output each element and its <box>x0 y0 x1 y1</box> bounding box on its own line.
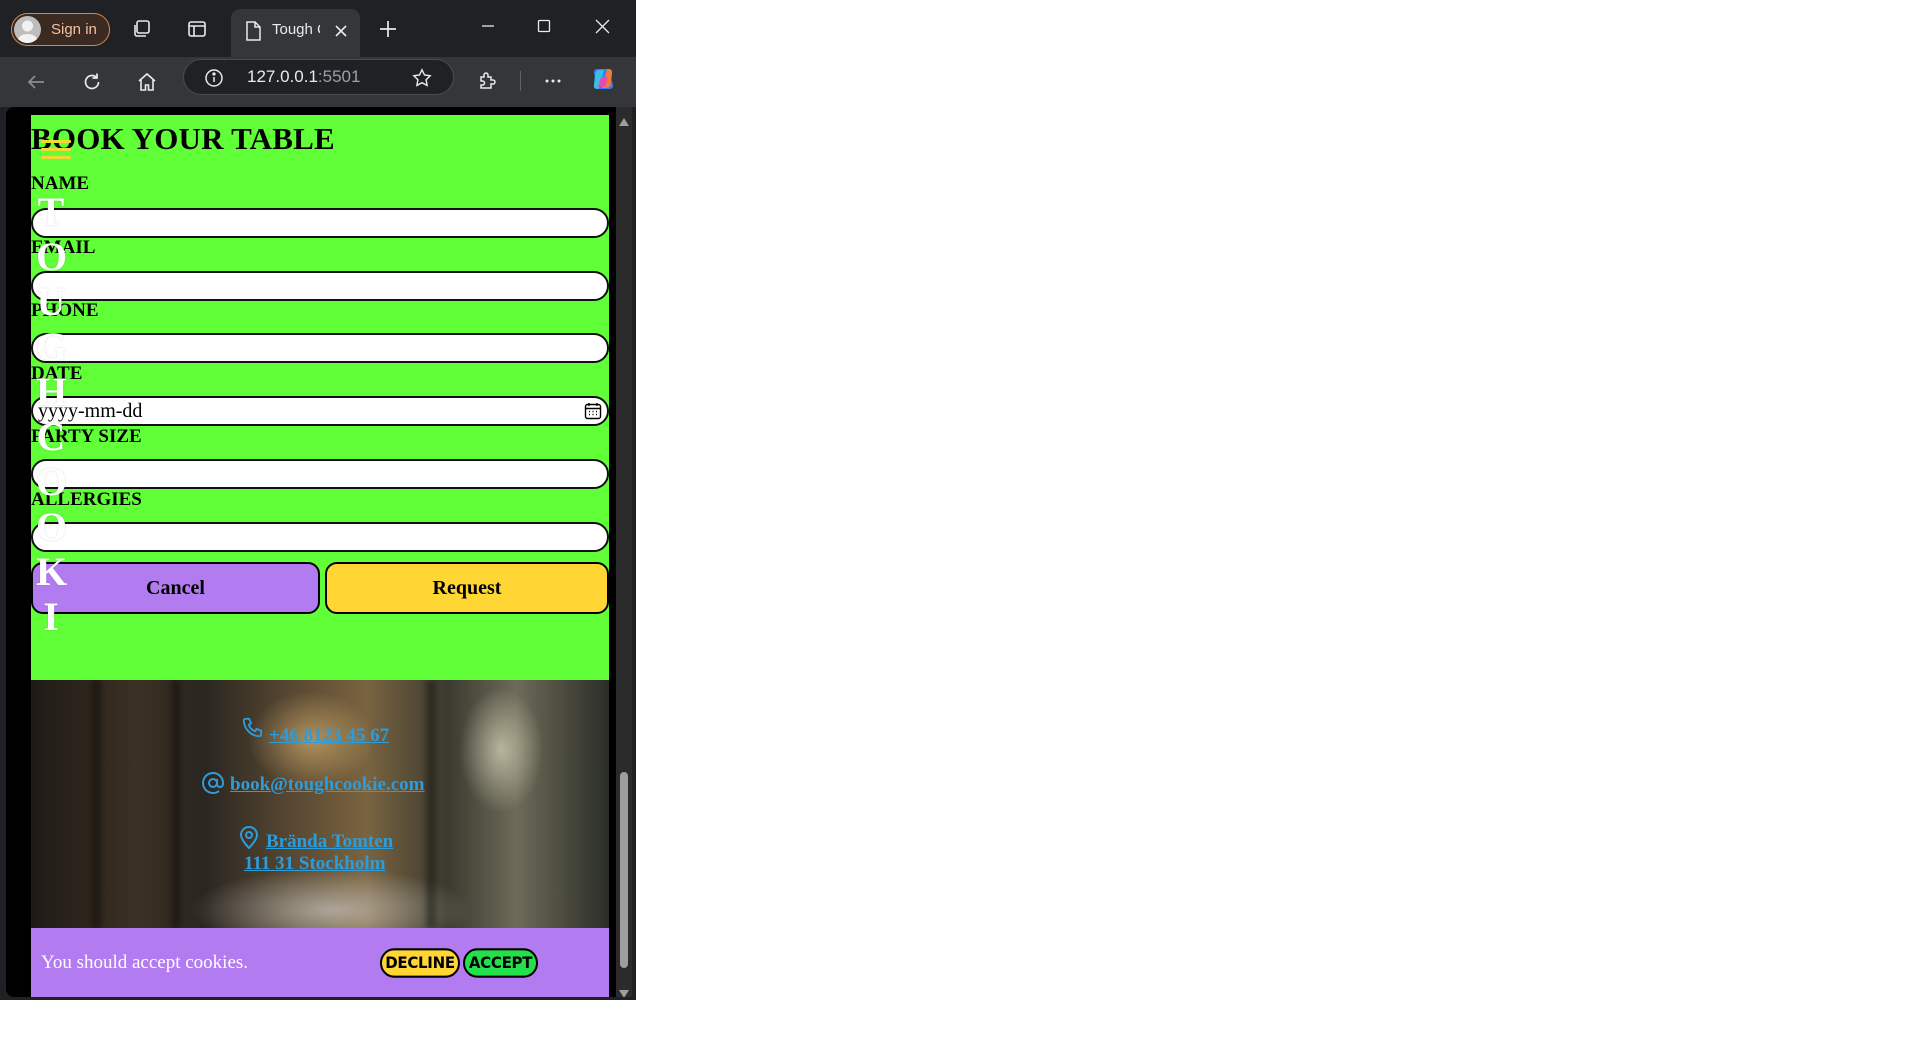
extensions-puzzle-icon[interactable] <box>475 69 499 93</box>
cookie-banner: You should accept cookies. DECLINE ACCEP… <box>31 928 609 997</box>
location-pin-icon <box>238 825 260 855</box>
vertical-brand-title: T O U G H C O O K I <box>36 189 68 641</box>
page-viewport: BOOK YOUR TABLE NAME EMAIL PHONE DATE PA… <box>6 107 632 997</box>
profile-avatar-icon <box>14 16 41 43</box>
party-size-field[interactable] <box>31 459 609 489</box>
url-port: :5501 <box>317 67 361 86</box>
phone-field[interactable] <box>31 333 609 363</box>
new-tab-icon[interactable] <box>376 17 400 41</box>
email-link[interactable]: book@toughcookie.com <box>230 774 425 796</box>
background-photo-detail <box>171 680 181 928</box>
calendar-icon[interactable] <box>584 402 602 425</box>
refresh-icon[interactable] <box>80 70 104 94</box>
contact-email[interactable]: book@toughcookie.com <box>201 771 425 801</box>
contact-section: +46 8123 45 67 book@toughcookie.com Brän… <box>31 680 609 928</box>
contact-address[interactable]: Brända Tomten 111 31 Stockholm <box>238 825 393 875</box>
allergies-field[interactable] <box>31 522 609 552</box>
sign-in-label: Sign in <box>51 21 97 38</box>
close-tab-icon[interactable] <box>331 21 351 41</box>
brand-letter: T <box>37 189 65 234</box>
at-sign-icon <box>201 771 225 801</box>
more-options-icon[interactable] <box>541 69 565 93</box>
brand-letter: K <box>36 549 68 594</box>
booking-title: BOOK YOUR TABLE <box>31 121 335 156</box>
page-document-icon <box>243 20 263 42</box>
accept-cookies-button[interactable]: ACCEPT <box>463 948 538 978</box>
url-text: 127.0.0.1:5501 <box>247 67 360 87</box>
background-photo-detail <box>426 680 436 928</box>
workspaces-icon[interactable] <box>130 17 154 41</box>
date-field-wrapper <box>31 396 609 426</box>
request-button[interactable]: Request <box>325 562 609 614</box>
address-line-2: 111 31 Stockholm <box>244 853 386 874</box>
address-text: Brända Tomten 111 31 Stockholm <box>244 831 394 875</box>
background-photo-detail <box>91 680 101 928</box>
back-arrow-icon[interactable] <box>24 70 48 94</box>
copilot-icon[interactable] <box>589 65 617 93</box>
tab-title: Tough C <box>272 21 320 38</box>
scrollbar-thumb[interactable] <box>620 772 628 968</box>
vertical-tabs-icon[interactable] <box>185 17 209 41</box>
contact-phone[interactable]: +46 8123 45 67 <box>241 717 389 747</box>
hamburger-menu-icon[interactable] <box>41 140 71 164</box>
tab-strip: Sign in Tough C <box>0 0 636 57</box>
cancel-button[interactable]: Cancel <box>31 562 320 614</box>
email-field[interactable] <box>31 271 609 301</box>
decline-cookies-button[interactable]: DECLINE <box>380 948 460 978</box>
browser-window: Sign in Tough C <box>0 0 636 1000</box>
scroll-up-arrow-icon[interactable] <box>619 111 629 130</box>
phone-icon <box>241 717 263 745</box>
date-field[interactable] <box>31 396 609 426</box>
brand-letter: H <box>36 369 68 414</box>
brand-letter: U <box>36 279 66 324</box>
page-scrollbar[interactable] <box>616 107 632 997</box>
favorite-star-icon[interactable] <box>411 67 433 89</box>
brand-letter: I <box>43 594 59 639</box>
scroll-down-arrow-icon[interactable] <box>619 983 629 997</box>
phone-link[interactable]: +46 8123 45 67 <box>269 725 389 747</box>
site-info-icon[interactable] <box>203 67 225 89</box>
url-host: 127.0.0.1 <box>247 67 318 86</box>
web-page: BOOK YOUR TABLE NAME EMAIL PHONE DATE PA… <box>31 115 609 997</box>
toolbar-divider <box>520 71 521 91</box>
cookie-message: You should accept cookies. <box>41 952 249 973</box>
booking-section: BOOK YOUR TABLE NAME EMAIL PHONE DATE PA… <box>31 115 609 680</box>
name-field[interactable] <box>31 208 609 238</box>
address-line-1: Brända Tomten <box>266 831 394 852</box>
brand-letter: O <box>36 504 68 549</box>
browser-tab-active[interactable]: Tough C <box>231 9 360 57</box>
sign-in-button[interactable]: Sign in <box>11 13 110 46</box>
address-bar[interactable]: 127.0.0.1:5501 <box>183 59 454 95</box>
minimize-icon[interactable] <box>476 14 500 38</box>
brand-letter: C <box>36 414 66 459</box>
home-icon[interactable] <box>135 70 159 94</box>
close-window-icon[interactable] <box>590 14 614 38</box>
maximize-icon[interactable] <box>532 14 556 38</box>
brand-letter: O <box>36 234 68 279</box>
brand-letter: O <box>36 459 68 504</box>
brand-letter: G <box>36 324 68 369</box>
